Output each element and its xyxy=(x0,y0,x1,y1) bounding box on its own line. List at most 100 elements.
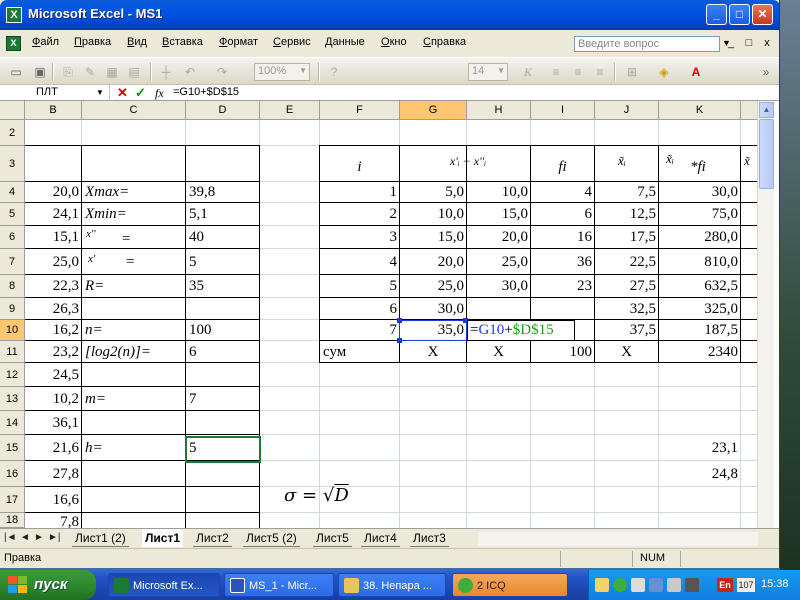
cell-G3[interactable]: x'ᵢ − x''ᵢ xyxy=(418,151,518,171)
sheet-tab[interactable]: Лист3 xyxy=(410,529,449,547)
cell-C4[interactable]: Xmax= xyxy=(83,182,185,202)
cell-I8[interactable]: 23 xyxy=(531,276,594,296)
doc-close-button[interactable]: x xyxy=(760,37,774,51)
insert-function-icon[interactable]: fx xyxy=(155,86,164,101)
cell-I5[interactable]: 6 xyxy=(531,204,594,224)
cell-C15[interactable]: h= xyxy=(83,438,185,458)
cell-E11[interactable]: сум xyxy=(321,342,400,362)
help-icon[interactable]: ? xyxy=(326,64,342,80)
cell-C6[interactable]: x'' xyxy=(84,224,114,244)
row-header-selected[interactable]: 10 xyxy=(0,320,25,341)
cell-F3[interactable]: i xyxy=(320,157,399,177)
cell-F4[interactable]: 1 xyxy=(320,182,399,202)
cell-D8[interactable]: 35 xyxy=(187,276,259,296)
chevron-down-icon[interactable]: ▼ xyxy=(96,88,104,97)
cell-D10[interactable]: 100 xyxy=(187,320,259,340)
cell-G11[interactable]: X xyxy=(400,342,466,362)
insert-cells-icon[interactable]: ┼ xyxy=(158,64,174,80)
menu-file[interactable]: Файл xyxy=(32,36,59,48)
last-sheet-icon[interactable]: ►| xyxy=(48,532,61,543)
cell-K10[interactable]: 187,5 xyxy=(659,320,740,340)
vertical-scrollbar[interactable]: ▲ xyxy=(757,101,774,528)
taskbar-icq[interactable]: 2 ICQ xyxy=(452,573,568,597)
cell-K9[interactable]: 325,0 xyxy=(659,299,740,319)
column-header[interactable]: D xyxy=(186,101,260,120)
cell-B16[interactable]: 27,8 xyxy=(26,464,81,484)
select-all-corner[interactable] xyxy=(0,101,25,120)
excel-app-icon[interactable]: X xyxy=(6,7,22,23)
cell-D6[interactable]: 40 xyxy=(187,227,259,247)
cell-H7[interactable]: 25,0 xyxy=(467,252,530,272)
sheet-tab-active[interactable]: Лист1 xyxy=(142,529,184,547)
cell-K6[interactable]: 280,0 xyxy=(659,227,740,247)
sheet-tab[interactable]: Лист1 (2) xyxy=(72,529,129,547)
tray-app-icon[interactable] xyxy=(595,578,609,592)
cell-H6[interactable]: 20,0 xyxy=(467,227,530,247)
cell-F10[interactable]: 7 xyxy=(320,320,399,340)
row-header[interactable]: 14 xyxy=(0,411,25,435)
cell-C13[interactable]: m= xyxy=(83,389,185,409)
sheet-tab[interactable]: Лист4 xyxy=(361,529,400,547)
cell-B10[interactable]: 16,2 xyxy=(26,320,81,340)
cell-H5[interactable]: 15,0 xyxy=(467,204,530,224)
cell-G5[interactable]: 10,0 xyxy=(400,204,466,224)
cell-H4[interactable]: 10,0 xyxy=(467,182,530,202)
enter-icon[interactable]: ✓ xyxy=(135,85,146,101)
cell-J6[interactable]: 17,5 xyxy=(595,227,658,247)
cell-I4[interactable]: 4 xyxy=(531,182,594,202)
row-header[interactable]: 9 xyxy=(0,298,25,320)
undo-icon[interactable]: ↶ xyxy=(182,64,198,80)
cell-B18[interactable]: 7,8 xyxy=(26,512,81,528)
cell-D7[interactable]: 5 xyxy=(187,252,259,272)
menu-data[interactable]: Данные xyxy=(325,36,365,48)
scroll-thumb[interactable] xyxy=(759,119,774,189)
cell-B9[interactable]: 26,3 xyxy=(26,299,81,319)
display-icon[interactable] xyxy=(649,578,663,592)
row-header[interactable]: 18 xyxy=(0,513,25,528)
cell-B4[interactable]: 20,0 xyxy=(26,182,81,202)
cell-K5[interactable]: 75,0 xyxy=(659,204,740,224)
cell-F7[interactable]: 4 xyxy=(320,252,399,272)
close-button[interactable]: ✕ xyxy=(752,4,773,25)
cell-I6[interactable]: 16 xyxy=(531,227,594,247)
cell-B5[interactable]: 24,1 xyxy=(26,204,81,224)
cell-B17[interactable]: 16,6 xyxy=(26,490,81,510)
cell-K4[interactable]: 30,0 xyxy=(659,182,740,202)
cell-I7[interactable]: 36 xyxy=(531,252,594,272)
reference-handle[interactable] xyxy=(397,338,402,343)
column-header[interactable]: F xyxy=(320,101,400,120)
font-size-select[interactable]: 14 ▼ xyxy=(468,63,508,81)
menu-view[interactable]: Вид xyxy=(127,36,147,48)
title-bar[interactable]: X Microsoft Excel - MS1 _ □ ✕ xyxy=(0,0,779,30)
tray-counter-badge[interactable]: 107 xyxy=(737,578,755,592)
workbook-icon[interactable]: X xyxy=(6,36,21,51)
cell-K16[interactable]: 24,8 xyxy=(659,464,740,484)
align-right-icon[interactable]: ≡ xyxy=(592,64,608,80)
cell-F5[interactable]: 2 xyxy=(320,204,399,224)
worksheet-grid[interactable]: B C D E F G H I J K 2 3 4 5 6 7 8 9 10 1… xyxy=(0,101,779,528)
first-sheet-icon[interactable]: |◄ xyxy=(4,532,17,543)
cell-J8[interactable]: 27,5 xyxy=(595,276,658,296)
cell-L3[interactable]: x̃ xyxy=(742,151,757,171)
cell-K7[interactable]: 810,0 xyxy=(659,252,740,272)
cell-B6[interactable]: 15,1 xyxy=(26,227,81,247)
cell-J11[interactable]: X xyxy=(595,342,658,362)
column-header[interactable]: I xyxy=(531,101,595,120)
clock[interactable]: 15:38 xyxy=(761,578,789,590)
cell-I3[interactable]: fi xyxy=(531,157,594,177)
copy-icon[interactable]: ⎘ xyxy=(60,64,76,80)
help-search-input[interactable]: Введите вопрос xyxy=(574,36,720,52)
column-header-selected[interactable]: G xyxy=(400,101,467,120)
redo-icon[interactable]: ↷ xyxy=(214,64,230,80)
row-header[interactable]: 2 xyxy=(0,120,25,146)
sigma-equation-object[interactable]: σ = √D xyxy=(284,485,349,506)
zoom-select[interactable]: 100% ▼ xyxy=(254,63,310,81)
fill-color-icon[interactable]: ◈ xyxy=(656,64,672,80)
formula-input[interactable]: =G10+$D$15 xyxy=(173,86,239,98)
cell-C8[interactable]: R= xyxy=(83,276,185,296)
cell-D5[interactable]: 5,1 xyxy=(187,204,259,224)
borders-icon[interactable]: ▦ xyxy=(104,64,120,80)
row-header[interactable]: 5 xyxy=(0,203,25,226)
cell-J7[interactable]: 22,5 xyxy=(595,252,658,272)
borders-dropdown-icon[interactable]: ⊞ xyxy=(624,64,640,80)
